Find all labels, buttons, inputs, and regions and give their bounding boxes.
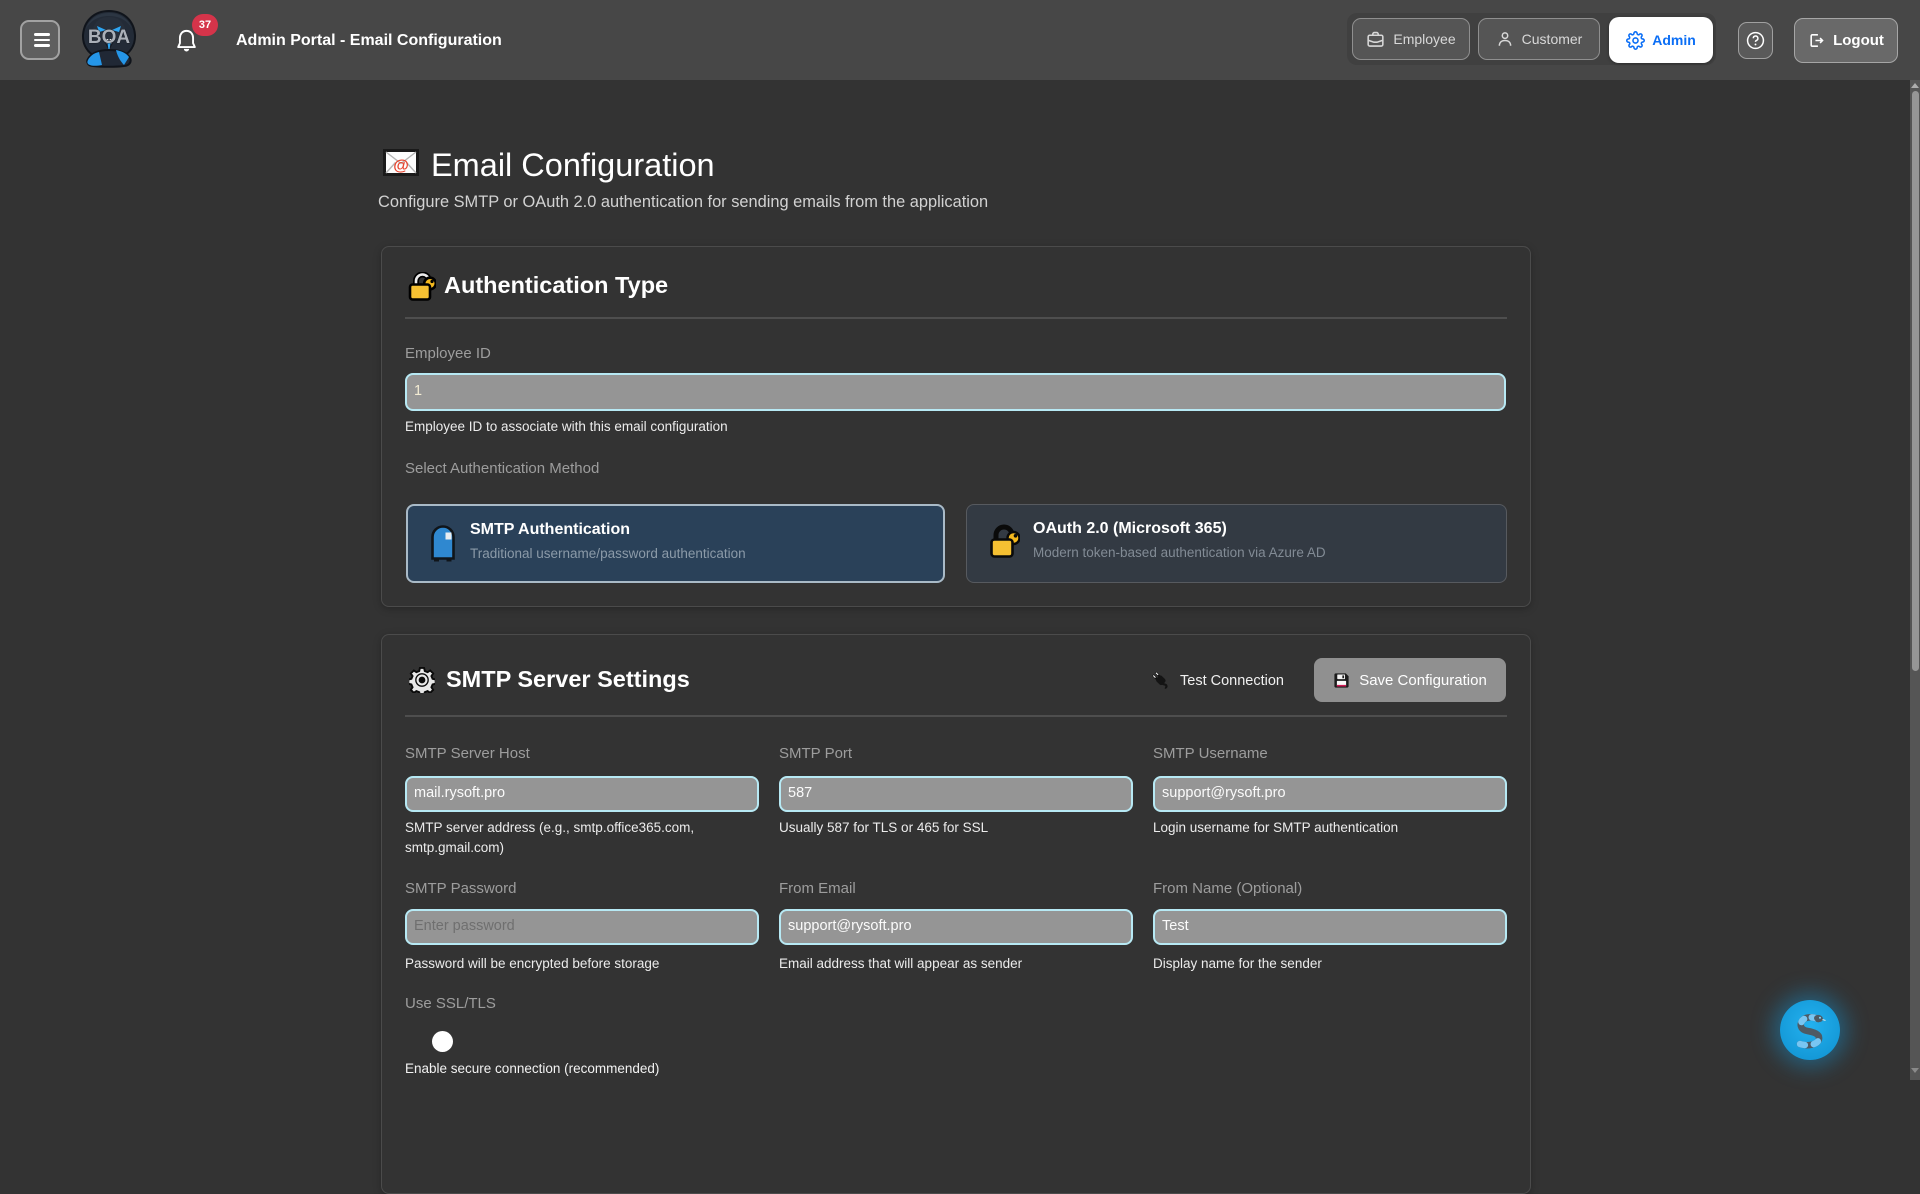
svg-text:@: @ bbox=[393, 158, 409, 175]
svg-text:BOA: BOA bbox=[88, 27, 131, 48]
